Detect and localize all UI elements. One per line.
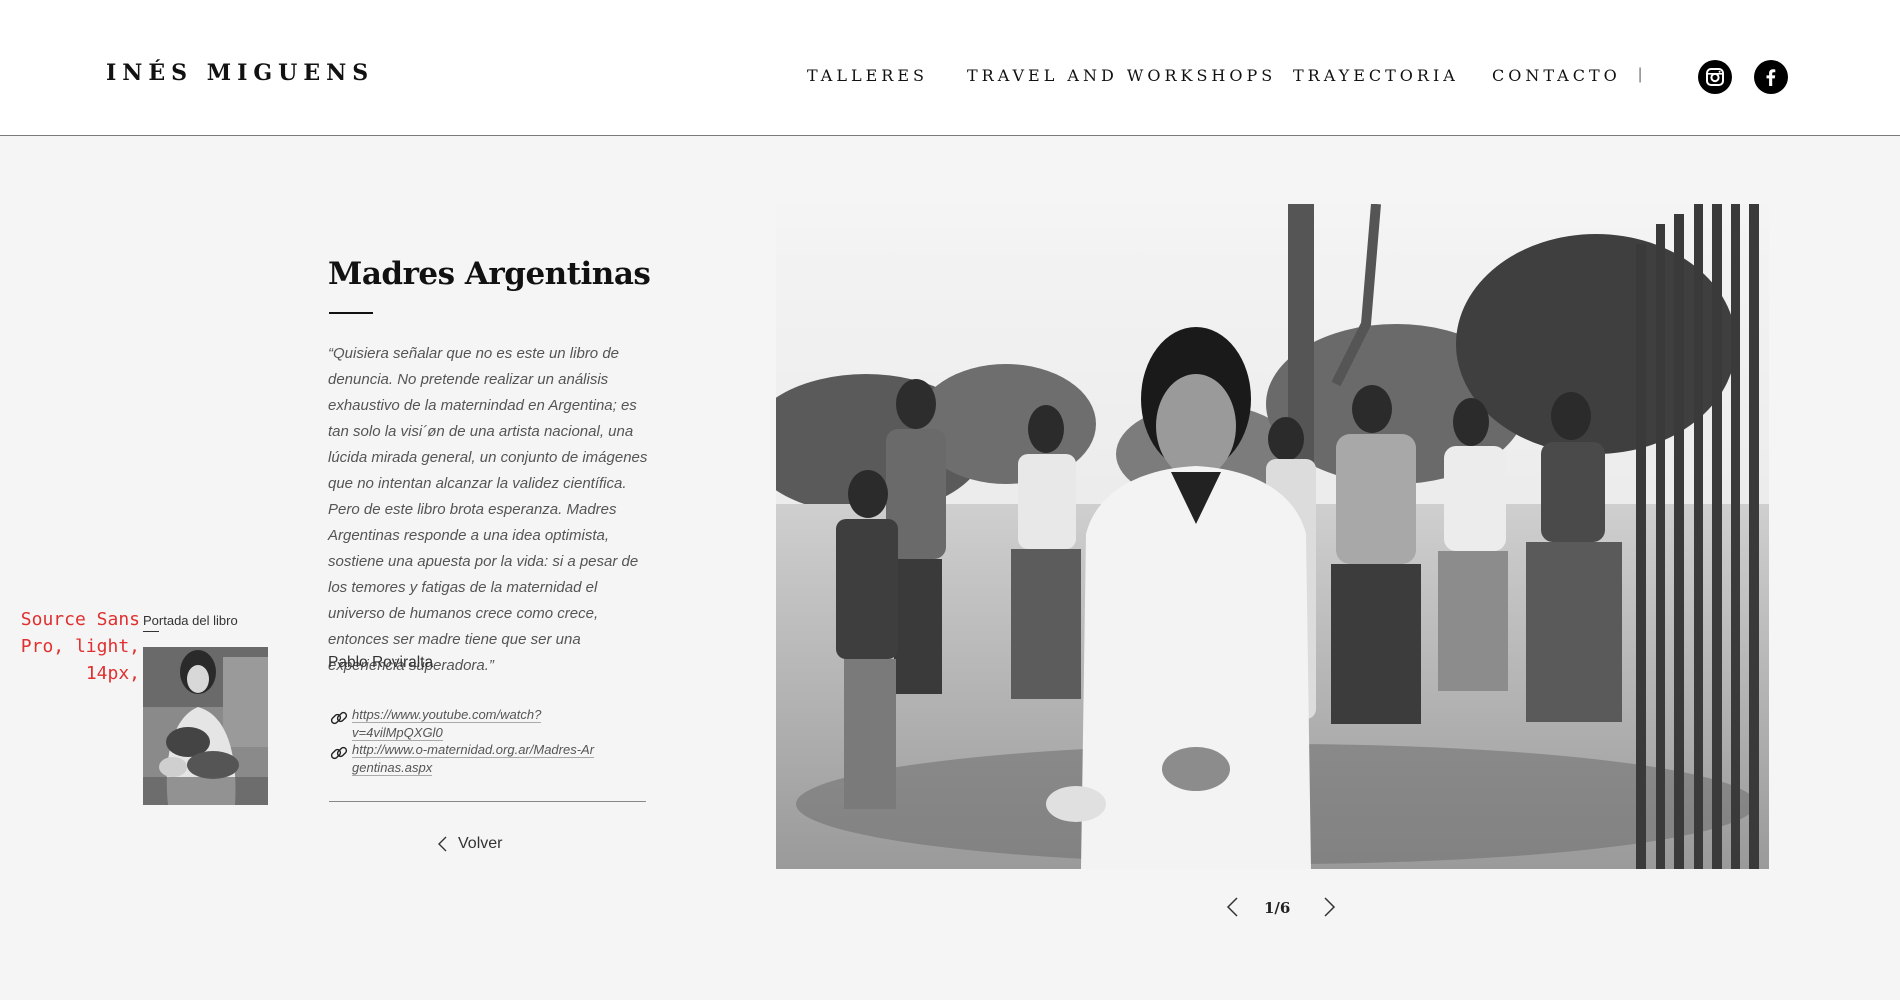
chevron-left-icon bbox=[1226, 897, 1238, 917]
chevron-right-icon bbox=[1324, 897, 1336, 917]
gallery-next-button[interactable] bbox=[1318, 896, 1340, 918]
nav-travel-and-workshops[interactable]: TRAVEL AND WORKSHOPS bbox=[967, 66, 1276, 85]
link-maternidad[interactable]: http://www.o-maternidad.org.ar/Madres-Ar… bbox=[352, 741, 597, 777]
external-link-maternidad[interactable]: http://www.o-maternidad.org.ar/Madres-Ar… bbox=[328, 741, 597, 777]
chevron-left-icon bbox=[438, 836, 447, 852]
link-youtube[interactable]: https://www.youtube.com/watch?v=4vilMpQX… bbox=[352, 706, 622, 742]
title-underline bbox=[329, 312, 373, 314]
site-logo[interactable]: INÉS MIGUENS bbox=[106, 60, 374, 86]
links-divider bbox=[329, 801, 646, 802]
font-annotation: Source Sans Pro, light, 14px, bbox=[20, 609, 140, 684]
gallery-prev-button[interactable] bbox=[1222, 896, 1244, 918]
gallery-counter: 1/6 bbox=[1264, 899, 1291, 917]
page-title: Madres Argentinas bbox=[328, 256, 651, 292]
nav-contacto[interactable]: CONTACTO bbox=[1492, 66, 1621, 85]
nav-trayectoria[interactable]: TRAYECTORIA bbox=[1293, 66, 1459, 85]
project-quote: “Quisiera señalar que no es este un libr… bbox=[328, 345, 648, 674]
back-label: Volver bbox=[458, 835, 503, 852]
cover-caption-underline bbox=[143, 631, 159, 632]
quote-author: Pablo Roviralta bbox=[328, 654, 434, 671]
nav-separator: | bbox=[1638, 66, 1643, 83]
facebook-icon[interactable] bbox=[1754, 60, 1788, 94]
back-button[interactable]: Volver bbox=[438, 835, 502, 853]
site-header: INÉS MIGUENS TALLERES TRAVEL AND WORKSHO… bbox=[0, 0, 1900, 136]
link-icon bbox=[328, 742, 350, 764]
book-cover-image[interactable] bbox=[143, 647, 268, 805]
cover-caption: Portada del libro bbox=[143, 613, 238, 628]
gallery-main-photo[interactable] bbox=[776, 204, 1769, 869]
instagram-icon[interactable] bbox=[1698, 60, 1732, 94]
external-link-youtube[interactable]: https://www.youtube.com/watch?v=4vilMpQX… bbox=[328, 706, 622, 742]
link-icon bbox=[328, 707, 350, 729]
nav-talleres[interactable]: TALLERES bbox=[807, 66, 928, 85]
